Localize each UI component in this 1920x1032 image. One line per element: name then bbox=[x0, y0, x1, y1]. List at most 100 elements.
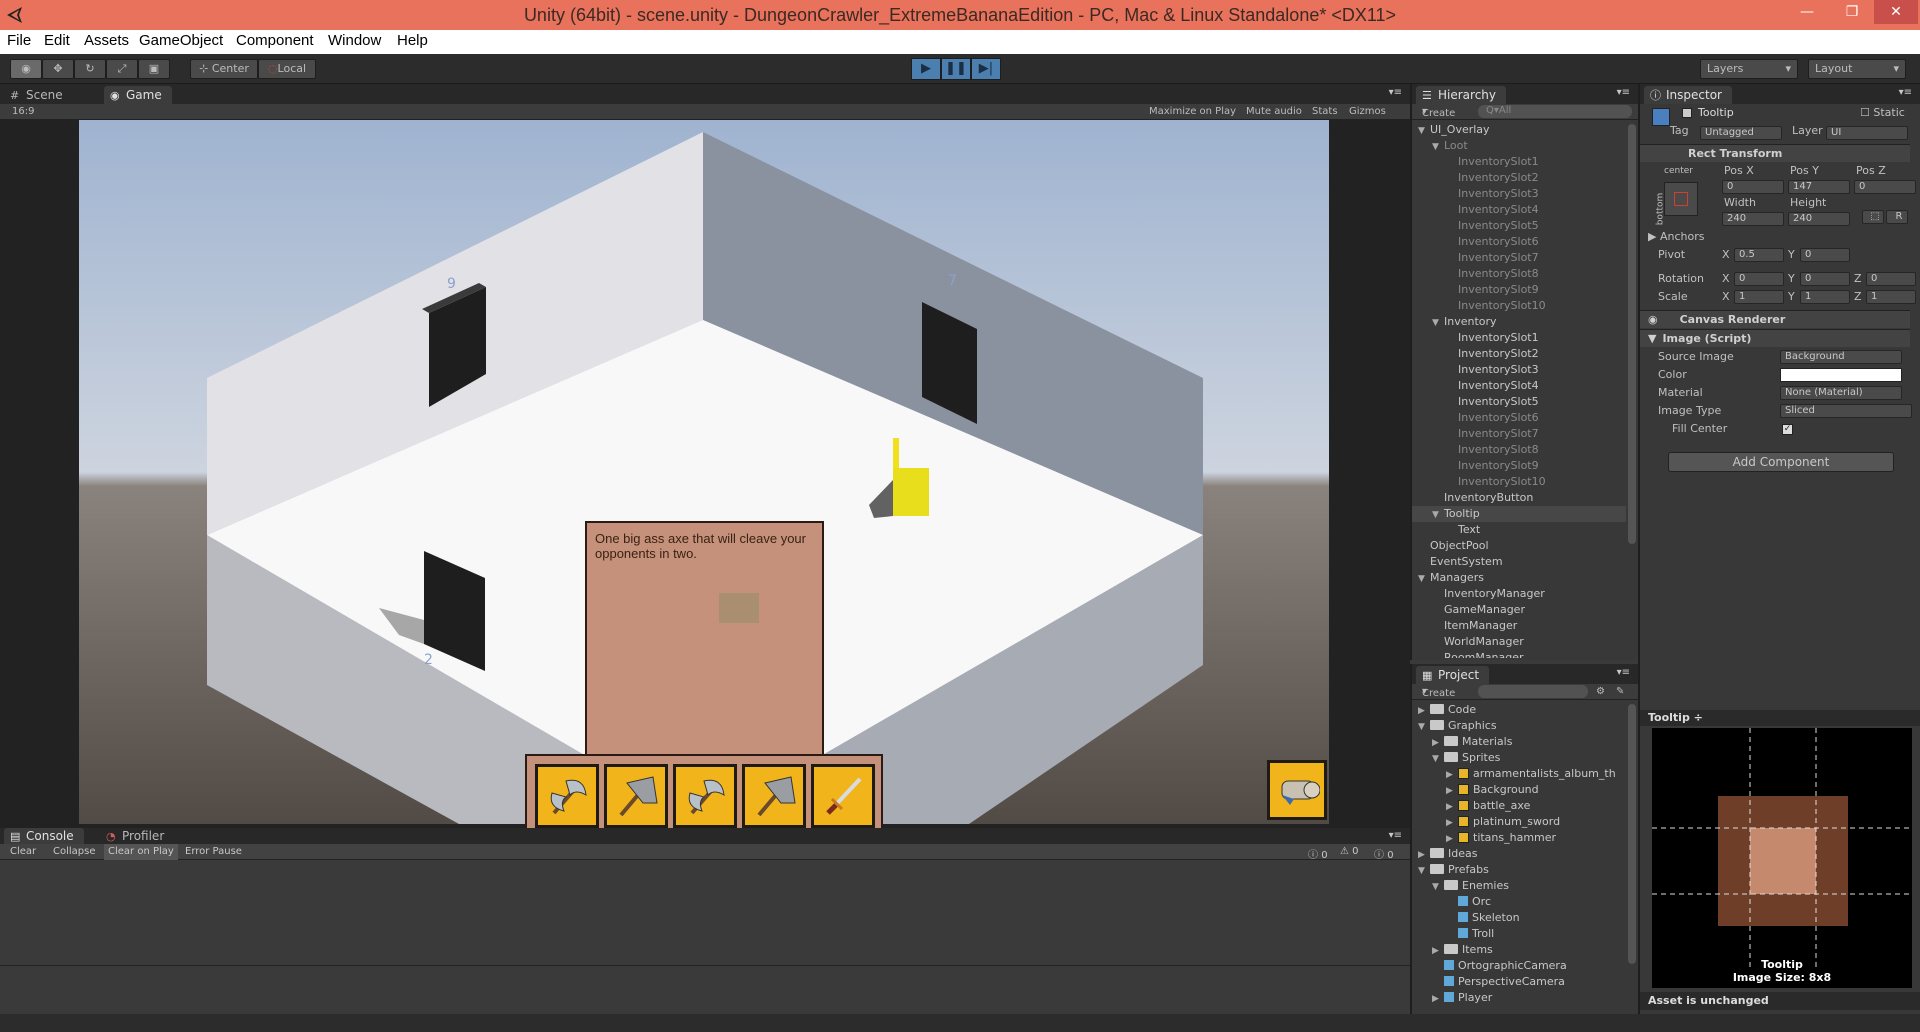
foldout-arrow-icon[interactable]: ▼ bbox=[1432, 507, 1444, 523]
project-item[interactable]: ▶ Background bbox=[1412, 782, 1626, 798]
foldout-arrow-icon[interactable]: ▼ bbox=[1418, 863, 1430, 879]
foldout-arrow-icon[interactable]: ▶ bbox=[1446, 831, 1458, 847]
project-create-button[interactable]: Create ▾ bbox=[1422, 686, 1455, 699]
hierarchy-item[interactable]: InventorySlot8 bbox=[1412, 442, 1626, 458]
project-item[interactable]: Skeleton bbox=[1412, 910, 1626, 926]
stats-toggle[interactable]: Stats bbox=[1312, 106, 1338, 117]
menu-component[interactable]: Component bbox=[236, 32, 314, 49]
pos-y-field[interactable]: 147 bbox=[1788, 180, 1850, 194]
tab-profiler[interactable]: ◔ Profiler bbox=[100, 828, 174, 844]
hierarchy-item[interactable]: GameManager bbox=[1412, 602, 1626, 618]
hierarchy-item[interactable]: InventorySlot9 bbox=[1412, 458, 1626, 474]
foldout-arrow-icon[interactable]: ▼ bbox=[1418, 571, 1430, 587]
layers-dropdown[interactable]: Layers ▾ bbox=[1700, 59, 1798, 79]
close-button[interactable]: ✕ bbox=[1874, 0, 1918, 24]
foldout-arrow-icon[interactable]: ▶ bbox=[1446, 767, 1458, 783]
width-field[interactable]: 240 bbox=[1722, 212, 1784, 226]
blueprint-mode-button[interactable]: ⬚ bbox=[1862, 210, 1884, 224]
menu-assets[interactable]: Assets bbox=[84, 32, 129, 49]
hierarchy-item[interactable]: Text bbox=[1412, 522, 1626, 538]
project-item[interactable]: ▼ Prefabs bbox=[1412, 862, 1626, 878]
pos-z-field[interactable]: 0 bbox=[1854, 180, 1916, 194]
panel-menu-icon[interactable]: ▾≡ bbox=[1899, 87, 1912, 98]
hierarchy-item[interactable]: InventorySlot4 bbox=[1412, 202, 1626, 218]
tab-project[interactable]: ▦ Project bbox=[1416, 666, 1490, 684]
menu-edit[interactable]: Edit bbox=[44, 32, 70, 49]
foldout-arrow-icon[interactable]: ▼ bbox=[1432, 751, 1444, 767]
mute-audio-toggle[interactable]: Mute audio bbox=[1246, 106, 1302, 117]
rotation-x-field[interactable]: 0 bbox=[1734, 272, 1784, 286]
foldout-arrow-icon[interactable]: ▼ bbox=[1432, 315, 1444, 331]
canvas-renderer-header[interactable]: ◉ Canvas Renderer bbox=[1640, 310, 1910, 328]
hierarchy-item[interactable]: InventorySlot6 bbox=[1412, 234, 1626, 250]
pivot-y-field[interactable]: 0 bbox=[1800, 248, 1850, 262]
hierarchy-item[interactable]: ▼ Tooltip bbox=[1412, 506, 1626, 522]
tab-inspector[interactable]: ⓘ Inspector bbox=[1644, 86, 1732, 104]
error-pause-toggle[interactable]: Error Pause bbox=[185, 846, 242, 857]
project-item[interactable]: OrtographicCamera bbox=[1412, 958, 1626, 974]
anchors-foldout[interactable]: ▶ Anchors bbox=[1648, 230, 1704, 243]
hierarchy-item[interactable]: ObjectPool bbox=[1412, 538, 1626, 554]
hierarchy-item[interactable]: InventorySlot5 bbox=[1412, 218, 1626, 234]
label-icon[interactable]: ✎ bbox=[1616, 686, 1624, 697]
hierarchy-item[interactable]: ItemManager bbox=[1412, 618, 1626, 634]
rect-tool-button[interactable]: ▣ bbox=[138, 59, 170, 79]
scale-tool-button[interactable]: ⤢ bbox=[106, 59, 138, 79]
inventory-slot-2[interactable] bbox=[604, 764, 668, 828]
pivot-center-toggle[interactable]: ⊹ Center bbox=[190, 59, 258, 79]
project-item[interactable]: ▼ Graphics bbox=[1412, 718, 1626, 734]
menu-window[interactable]: Window bbox=[328, 32, 381, 49]
project-item[interactable]: Orc bbox=[1412, 894, 1626, 910]
hierarchy-item[interactable]: InventoryButton bbox=[1412, 490, 1626, 506]
hierarchy-item[interactable]: ▼ Managers bbox=[1412, 570, 1626, 586]
clear-button[interactable]: Clear bbox=[10, 846, 36, 857]
foldout-arrow-icon[interactable]: ▶ bbox=[1446, 799, 1458, 815]
scale-y-field[interactable]: 1 bbox=[1800, 290, 1850, 304]
hierarchy-item[interactable]: WorldManager bbox=[1412, 634, 1626, 650]
warning-count[interactable]: ⚠ 0 bbox=[1340, 846, 1359, 857]
inventory-button[interactable] bbox=[1267, 760, 1327, 820]
maximize-on-play-toggle[interactable]: Maximize on Play bbox=[1149, 106, 1236, 117]
project-item[interactable]: Troll bbox=[1412, 926, 1626, 942]
hierarchy-item[interactable]: InventorySlot7 bbox=[1412, 426, 1626, 442]
panel-menu-icon[interactable]: ▾≡ bbox=[1617, 87, 1630, 98]
filter-icon[interactable]: ⚙ bbox=[1596, 686, 1605, 697]
scale-x-field[interactable]: 1 bbox=[1734, 290, 1784, 304]
active-checkbox[interactable] bbox=[1682, 108, 1692, 118]
foldout-arrow-icon[interactable]: ▶ bbox=[1432, 943, 1444, 959]
foldout-arrow-icon[interactable]: ▼ bbox=[1432, 879, 1444, 895]
fill-center-checkbox[interactable]: ✓ bbox=[1782, 424, 1793, 435]
project-item[interactable]: ▶ Code bbox=[1412, 702, 1626, 718]
foldout-arrow-icon[interactable]: ▼ bbox=[1418, 123, 1430, 139]
hierarchy-item[interactable]: RoomManager bbox=[1412, 650, 1626, 658]
image-type-dropdown[interactable]: Sliced bbox=[1780, 404, 1912, 418]
foldout-arrow-icon[interactable]: ▶ bbox=[1446, 815, 1458, 831]
hierarchy-item[interactable]: InventorySlot4 bbox=[1412, 378, 1626, 394]
project-item[interactable]: ▼ Sprites bbox=[1412, 750, 1626, 766]
inventory-slot-4[interactable] bbox=[742, 764, 806, 828]
tab-scene[interactable]: # Scene bbox=[4, 86, 73, 104]
project-item[interactable]: ▶ Items bbox=[1412, 942, 1626, 958]
hand-tool-button[interactable]: ◉ bbox=[10, 59, 42, 79]
hierarchy-scrollbar[interactable] bbox=[1628, 124, 1636, 544]
preview-header[interactable]: Tooltip ÷ bbox=[1640, 710, 1920, 726]
add-component-button[interactable]: Add Component bbox=[1668, 452, 1894, 472]
project-item[interactable]: ▶ Materials bbox=[1412, 734, 1626, 750]
panel-menu-icon[interactable]: ▾≡ bbox=[1617, 667, 1630, 678]
move-tool-button[interactable]: ✥ bbox=[42, 59, 74, 79]
pivot-local-toggle[interactable]: ◌Local bbox=[258, 59, 316, 79]
maximize-button[interactable]: ❐ bbox=[1830, 0, 1874, 24]
hierarchy-item[interactable]: EventSystem bbox=[1412, 554, 1626, 570]
hierarchy-search-input[interactable]: Q▾All bbox=[1478, 105, 1632, 118]
panel-menu-icon[interactable]: ▾≡ bbox=[1389, 830, 1402, 841]
hierarchy-item[interactable]: InventorySlot3 bbox=[1412, 186, 1626, 202]
menu-help[interactable]: Help bbox=[397, 32, 428, 49]
menu-gameobject[interactable]: GameObject bbox=[139, 32, 223, 49]
hierarchy-item[interactable]: InventorySlot2 bbox=[1412, 346, 1626, 362]
step-button[interactable]: ▶| bbox=[971, 58, 1001, 80]
info-count[interactable]: ⓘ 0 bbox=[1308, 846, 1328, 861]
foldout-arrow-icon[interactable]: ▶ bbox=[1446, 783, 1458, 799]
foldout-arrow-icon[interactable]: ▼ bbox=[1418, 719, 1430, 735]
layer-dropdown[interactable]: UI bbox=[1826, 126, 1908, 140]
hierarchy-item[interactable]: InventorySlot7 bbox=[1412, 250, 1626, 266]
